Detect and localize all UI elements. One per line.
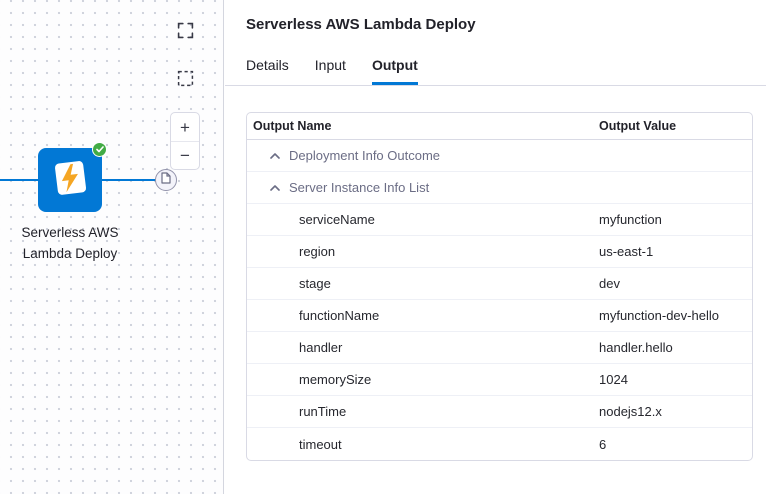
output-table: Output Name Output Value Deployment Info… (246, 112, 753, 461)
output-name: stage (247, 276, 599, 291)
zoom-controls: + − (170, 112, 200, 170)
output-name: handler (247, 340, 599, 355)
success-check-badge (92, 142, 107, 157)
document-icon (161, 171, 171, 189)
table-row: memorySize 1024 (247, 364, 752, 396)
table-row: timeout 6 (247, 428, 752, 460)
output-name: functionName (247, 308, 599, 323)
group-label: Server Instance Info List (289, 180, 429, 195)
add-step-connector[interactable] (155, 169, 177, 191)
panel-tabs: Details Input Output (225, 57, 766, 86)
zoom-to-fit-button[interactable] (171, 19, 199, 47)
chevron-up-icon[interactable] (270, 153, 280, 159)
edge-line-in (0, 179, 38, 181)
panel-title: Serverless AWS Lambda Deploy (225, 0, 766, 33)
selection-box-icon (177, 70, 194, 92)
column-header-output-value: Output Value (599, 119, 676, 133)
table-row: stage dev (247, 268, 752, 300)
output-value: us-east-1 (599, 244, 653, 259)
step-node-label: Serverless AWS Lambda Deploy (10, 222, 130, 264)
output-value: 1024 (599, 372, 628, 387)
table-row: runTime nodejs12.x (247, 396, 752, 428)
output-value: myfunction (599, 212, 662, 227)
table-row: serviceName myfunction (247, 204, 752, 236)
step-details-panel: Serverless AWS Lambda Deploy Details Inp… (225, 0, 766, 494)
output-table-header: Output Name Output Value (247, 113, 752, 140)
output-value: nodejs12.x (599, 404, 662, 419)
table-row: region us-east-1 (247, 236, 752, 268)
group-row-deployment-info[interactable]: Deployment Info Outcome (247, 140, 752, 172)
chevron-up-icon[interactable] (270, 185, 280, 191)
serverless-lambda-icon (49, 157, 91, 204)
column-header-output-name: Output Name (247, 119, 599, 133)
tab-output[interactable]: Output (372, 57, 418, 85)
zoom-in-button[interactable]: + (171, 113, 199, 141)
edge-line-out (102, 179, 156, 181)
output-value: 6 (599, 437, 606, 452)
output-value: myfunction-dev-hello (599, 308, 719, 323)
marquee-select-button[interactable] (171, 67, 199, 95)
output-value: dev (599, 276, 620, 291)
output-name: timeout (247, 437, 599, 452)
table-row: handler handler.hello (247, 332, 752, 364)
step-node-serverless-lambda-deploy[interactable] (38, 148, 102, 212)
output-value: handler.hello (599, 340, 673, 355)
output-name: region (247, 244, 599, 259)
output-name: memorySize (247, 372, 599, 387)
group-label: Deployment Info Outcome (289, 148, 440, 163)
group-row-server-instance-info[interactable]: Server Instance Info List (247, 172, 752, 204)
tab-input[interactable]: Input (315, 57, 346, 85)
expand-icon (177, 22, 194, 44)
tab-details[interactable]: Details (246, 57, 289, 85)
pipeline-canvas[interactable]: Serverless AWS Lambda Deploy + − (0, 0, 224, 494)
output-name: runTime (247, 404, 599, 419)
zoom-out-button[interactable]: − (171, 141, 199, 169)
output-name: serviceName (247, 212, 599, 227)
table-row: functionName myfunction-dev-hello (247, 300, 752, 332)
